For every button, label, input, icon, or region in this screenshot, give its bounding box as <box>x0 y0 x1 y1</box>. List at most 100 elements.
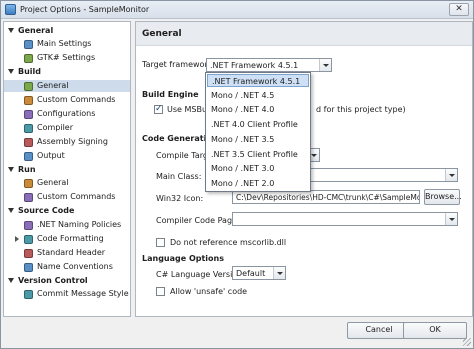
allow-unsafe-label: Allow 'unsafe' code <box>170 287 248 296</box>
sidebar-item[interactable]: Configurations <box>4 108 130 120</box>
chevron-right-icon[interactable] <box>15 235 19 242</box>
chevron-down-icon[interactable] <box>8 28 14 33</box>
resize-grip[interactable] <box>463 338 471 346</box>
sidebar-item-label: Configurations <box>37 108 96 118</box>
framework-option[interactable]: .NET 4.0 Client Profile <box>207 118 309 131</box>
sidebar-item[interactable]: Output <box>4 150 130 162</box>
framework-option-label: .NET Framework 4.5.1 <box>212 77 301 86</box>
sidebar-item[interactable]: GTK# Settings <box>4 52 130 64</box>
run-general-icon <box>24 179 33 189</box>
win32-icon-path: C:\Dev\Repositories\HD-CMC\trunk\C#\Samp… <box>236 193 420 202</box>
sidebar-item-label: General <box>37 80 69 90</box>
sidebar-item-label: Assembly Signing <box>37 136 108 146</box>
framework-option[interactable]: Mono / .NET 4.5 <box>207 89 309 102</box>
assembly-signing-icon <box>24 137 33 147</box>
compiler-code-page-combo[interactable] <box>232 212 458 226</box>
sidebar-item[interactable]: Assembly Signing <box>4 136 130 148</box>
framework-option[interactable]: Mono / .NET 2.0 <box>207 177 309 190</box>
ok-button[interactable]: OK <box>403 322 467 339</box>
settings-icon <box>24 40 33 50</box>
chevron-down-icon[interactable] <box>8 208 14 214</box>
naming-policies-icon <box>24 220 33 230</box>
panel-header: General <box>136 22 472 46</box>
sidebar-item-label: Code Formatting <box>37 233 104 243</box>
csharp-version-combo[interactable]: Default <box>232 266 286 280</box>
chevron-down-icon[interactable] <box>445 169 457 181</box>
framework-option[interactable]: .NET 3.5 Client Profile <box>207 148 309 161</box>
target-framework-value: .NET Framework 4.5.1 <box>210 61 299 70</box>
chevron-down-icon[interactable] <box>8 69 14 75</box>
browse-button[interactable]: Browse... <box>424 189 462 205</box>
build-engine-heading: Build Engine <box>142 90 199 99</box>
target-framework-dropdown: .NET Framework 4.5.1 Mono / .NET 4.5 Mono … <box>205 72 311 192</box>
standard-header-icon <box>24 248 33 258</box>
sidebar-item[interactable]: Name Conventions <box>4 261 130 273</box>
sidebar-category-label: General <box>18 26 54 35</box>
sidebar-item-label: Name Conventions <box>37 261 113 271</box>
chevron-down-icon[interactable] <box>8 277 14 283</box>
framework-option-label: .NET 3.5 Client Profile <box>211 149 298 159</box>
configurations-icon <box>24 109 33 119</box>
sidebar-item-label: Output <box>37 150 65 160</box>
sidebar-item[interactable]: .NET Naming Policies <box>4 219 130 231</box>
sidebar-category[interactable]: Source Code <box>4 205 130 217</box>
chevron-down-icon[interactable] <box>445 213 457 225</box>
framework-option-label: Mono / .NET 3.5 <box>211 134 275 144</box>
framework-option[interactable]: .NET Framework 4.5.1 <box>207 74 309 87</box>
use-msbuild-label-tail: d for this project type) <box>316 105 406 114</box>
win32-icon-field[interactable]: C:\Dev\Repositories\HD-CMC\trunk\C#\Samp… <box>232 190 420 204</box>
gtk-icon <box>24 54 33 64</box>
sidebar-item-label: Commit Message Style <box>37 289 129 298</box>
sidebar-category-label: Version Control <box>18 275 88 285</box>
run-custom-commands-icon <box>24 193 33 203</box>
sidebar-item-label: .NET Naming Policies <box>37 219 122 229</box>
use-msbuild-checkbox[interactable] <box>154 104 163 114</box>
sidebar-item[interactable]: Commit Message Style <box>4 288 130 300</box>
win32-icon-label: Win32 Icon: <box>156 194 204 203</box>
sidebar-item-label: Custom Commands <box>37 94 116 104</box>
chevron-down-icon[interactable] <box>8 166 14 172</box>
cancel-button[interactable]: Cancel <box>347 322 411 339</box>
chevron-down-icon[interactable] <box>319 59 331 71</box>
allow-unsafe-checkbox[interactable] <box>156 287 165 296</box>
sidebar-item[interactable]: General <box>4 177 130 189</box>
chevron-down-icon[interactable] <box>273 267 285 279</box>
language-options-heading: Language Options <box>142 254 224 263</box>
no-mscorlib-checkbox[interactable] <box>156 238 165 247</box>
sidebar-item[interactable]: General <box>4 79 130 92</box>
custom-commands-icon <box>24 95 33 105</box>
sidebar-item[interactable]: Main Settings <box>4 38 130 50</box>
csharp-version-value: Default <box>236 269 266 278</box>
name-conventions-icon <box>24 262 33 272</box>
framework-option-label: Mono / .NET 4.0 <box>211 105 275 115</box>
sidebar-category-label: Source Code <box>18 206 75 216</box>
sidebar-category[interactable]: Version Control <box>4 275 130 287</box>
sidebar-item-label: Compiler <box>37 122 74 132</box>
framework-option[interactable]: Mono / .NET 3.5 <box>207 133 309 146</box>
sidebar-item[interactable]: Standard Header <box>4 247 130 259</box>
panel-title: General <box>142 29 182 39</box>
close-button[interactable]: ✕ <box>449 3 469 16</box>
sidebar-category[interactable]: Run <box>4 164 130 176</box>
framework-option-label: Mono / .NET 4.5 <box>211 90 275 100</box>
target-framework-combo[interactable]: .NET Framework 4.5.1 <box>206 58 332 72</box>
sidebar-item[interactable]: Custom Commands <box>4 191 130 203</box>
no-mscorlib-label: Do not reference mscorlib.dll <box>170 238 287 247</box>
sidebar-item-label: Standard Header <box>37 247 106 257</box>
framework-option[interactable]: Mono / .NET 4.0 <box>207 103 309 116</box>
sidebar-item-label: Custom Commands <box>37 192 116 202</box>
sidebar-category[interactable]: General <box>4 25 130 37</box>
sidebar-category[interactable]: Build <box>4 66 130 78</box>
sidebar-item-label: Main Settings <box>37 39 92 49</box>
build-general-icon <box>24 81 33 91</box>
framework-option-label: Mono / .NET 2.0 <box>211 178 275 188</box>
sidebar-category-label: Build <box>18 67 42 77</box>
sidebar-item[interactable]: Compiler <box>4 122 130 134</box>
sidebar-item[interactable]: Custom Commands <box>4 94 130 106</box>
title-bar: Project Options - SampleMonitor ✕ <box>1 1 473 19</box>
sidebar-item-label: GTK# Settings <box>37 53 96 63</box>
commit-style-icon <box>24 290 33 299</box>
sidebar-item[interactable]: Code Formatting <box>4 233 130 245</box>
sidebar-item-label: General <box>37 178 69 188</box>
framework-option[interactable]: Mono / .NET 3.0 <box>207 162 309 175</box>
